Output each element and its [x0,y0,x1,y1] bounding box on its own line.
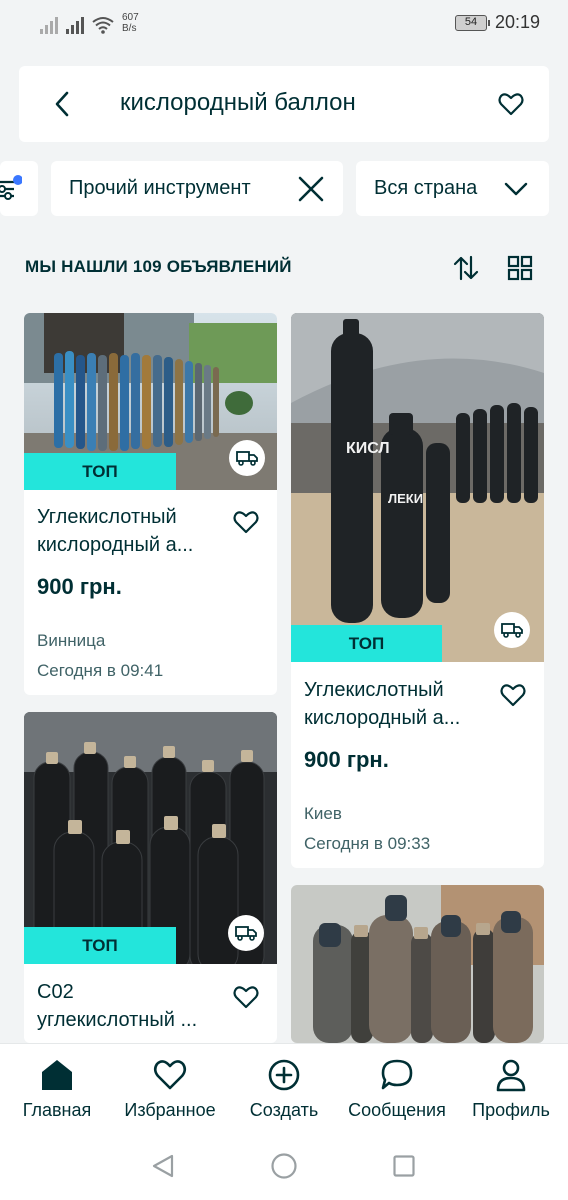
filter-chip-region-label: Вся страна [374,177,478,199]
close-icon[interactable] [297,175,325,203]
listing-location: Винница [37,631,106,650]
back-arrow-icon[interactable] [49,90,77,118]
truck-icon [236,451,258,466]
listing-date: Сегодня в 09:33 [304,834,431,853]
delivery-badge [494,612,530,648]
bottom-navigation: Главная Избранное Создать Сообщения Проф… [0,1043,568,1135]
home-icon [42,1060,72,1090]
listing-title[interactable]: Углекислотный кислородный а... [37,503,222,559]
signal-icon [40,16,58,34]
nav-profile[interactable]: Профиль [468,1044,554,1136]
listing-price: 900 грн. [37,574,122,599]
listing-title[interactable]: С02 углекислотный ... [37,978,222,1034]
top-badge: ТОП [291,625,442,662]
listing-title[interactable]: Углекислотный кислородный а... [304,676,489,732]
person-icon [496,1059,526,1092]
nav-label: Избранное [124,1100,216,1120]
svg-text:КИСЛ: КИСЛ [346,440,390,457]
save-search-heart-icon[interactable] [497,90,525,118]
results-count: МЫ НАШЛИ 109 ОБЪЯВЛЕНИЙ [25,257,292,276]
filter-chip-category-label: Прочий инструмент [69,177,251,199]
chevron-down-icon [504,182,528,196]
recents-square-icon[interactable] [392,1154,416,1178]
status-bar: 607 B/s 54 20:19 [0,0,568,48]
nav-label: Сообщения [348,1100,446,1120]
heart-icon[interactable] [499,681,527,709]
home-circle-icon[interactable] [270,1152,298,1180]
listing-card[interactable]: ТОП Углекислотный кислородный а... 900 г… [24,313,277,695]
listing-date: Сегодня в 09:41 [37,661,164,680]
grid-view-icon[interactable] [506,254,534,282]
svg-text:ЛЕКИ: ЛЕКИ [388,491,423,506]
search-bar[interactable]: кислородный баллон [19,66,549,142]
nav-home[interactable]: Главная [16,1044,98,1136]
listing-price: 900 грн. [304,747,389,772]
delivery-badge [228,915,264,951]
listing-location: Киев [304,804,342,823]
nav-label: Главная [22,1100,92,1120]
nav-favorites[interactable]: Избранное [118,1044,222,1136]
battery-indicator: 54 [454,14,490,31]
nav-label: Создать [249,1100,319,1120]
wifi-icon [92,17,114,34]
nav-create[interactable]: Создать [240,1044,328,1136]
listing-card[interactable]: ТОП С02 углекислотный ... [24,712,277,1043]
filter-chip-category[interactable]: Прочий инструмент [51,161,343,216]
signal-icon [66,16,84,34]
heart-icon [153,1060,187,1090]
listing-photo: КИСЛ ЛЕКИ [291,313,544,662]
delivery-badge [229,440,265,476]
listing-card[interactable]: КИСЛ ЛЕКИ ТОП Углекислотный кислородный … [291,313,544,868]
filter-sliders-icon [0,175,22,200]
heart-icon[interactable] [232,983,260,1011]
clock: 20:19 [494,12,540,32]
truck-icon [235,926,257,941]
heart-icon[interactable] [232,508,260,536]
search-query[interactable]: кислородный баллон [120,89,356,117]
system-navigation-bar [0,1135,568,1200]
filter-chip-region[interactable]: Вся страна [356,161,549,216]
sort-icon[interactable] [452,254,480,282]
back-triangle-icon[interactable] [150,1153,176,1179]
listing-card[interactable] [291,885,544,1043]
chat-icon [381,1059,413,1090]
top-badge: ТОП [24,927,176,964]
truck-icon [501,623,523,638]
top-badge: ТОП [24,453,176,490]
nav-label: Профиль [472,1100,550,1120]
nav-messages[interactable]: Сообщения [343,1044,451,1136]
network-speed: 607 B/s [122,12,139,34]
filter-settings-button[interactable] [0,161,38,216]
listing-photo [291,885,544,1043]
plus-circle-icon [268,1059,300,1091]
